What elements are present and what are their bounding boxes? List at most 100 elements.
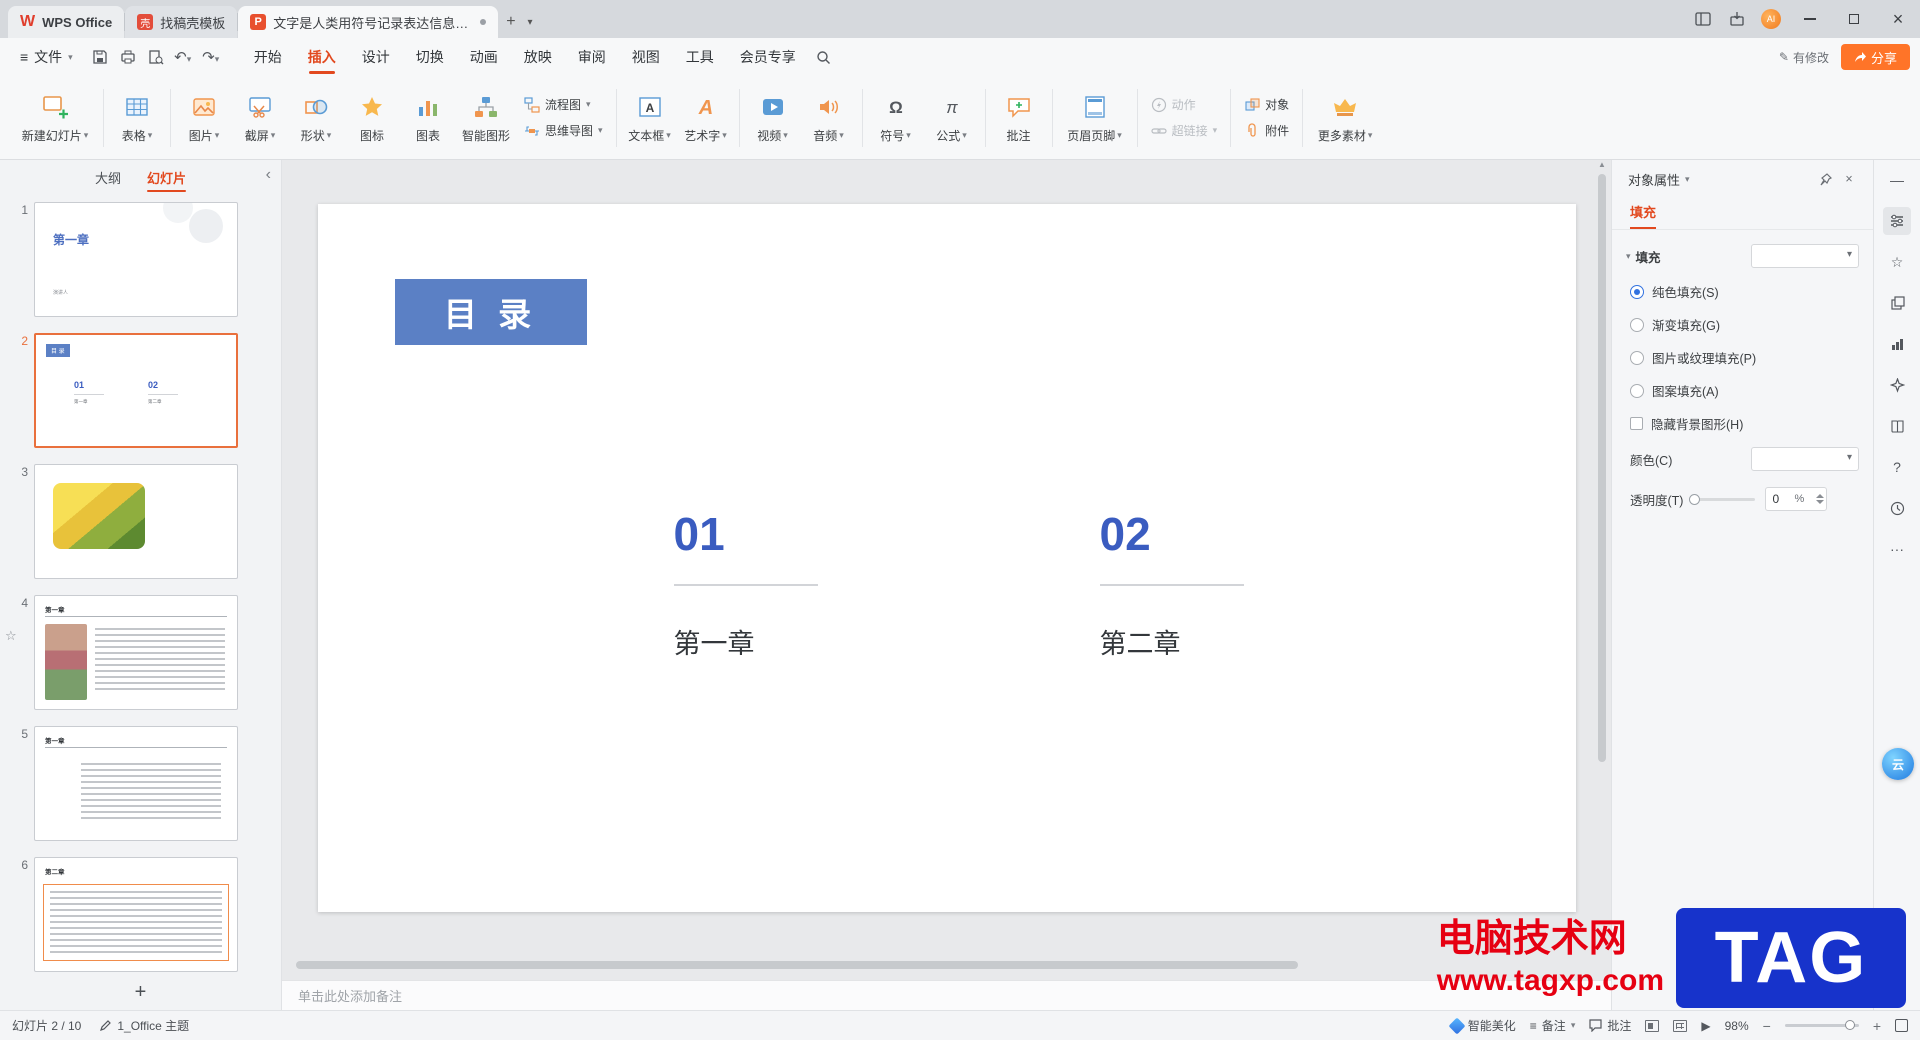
flowchart-button[interactable]: 流程图 ▾ bbox=[524, 96, 603, 113]
dock-window-icon[interactable] bbox=[1720, 0, 1754, 38]
star-strip-icon[interactable]: ☆ bbox=[1883, 248, 1911, 276]
outline-tab[interactable]: 大纲 bbox=[95, 160, 121, 194]
help-strip-icon[interactable]: ? bbox=[1883, 453, 1911, 481]
fill-option-solid[interactable]: 纯色填充(S) bbox=[1630, 282, 1859, 301]
fill-preset-dropdown[interactable] bbox=[1751, 244, 1859, 268]
file-menu-button[interactable]: ≡ 文件 ▾ bbox=[10, 38, 83, 76]
modified-status[interactable]: ✎ 有修改 bbox=[1779, 49, 1829, 66]
effects-strip-icon[interactable] bbox=[1883, 371, 1911, 399]
picture-button[interactable]: 图片 ▾ bbox=[176, 81, 232, 155]
zoom-out-icon[interactable]: − bbox=[1763, 1018, 1771, 1034]
tab-modified-dot[interactable] bbox=[480, 19, 487, 25]
normal-view-icon[interactable] bbox=[1645, 1019, 1660, 1032]
slide-sorter-view-icon[interactable] bbox=[1673, 1019, 1688, 1032]
comment-toggle-button[interactable]: 批注 bbox=[1589, 1017, 1631, 1034]
minimize-button[interactable] bbox=[1788, 0, 1832, 38]
mindmap-button[interactable]: 思维导图 ▾ bbox=[524, 122, 603, 139]
tab-tools[interactable]: 工具 bbox=[673, 38, 727, 76]
transparency-slider[interactable] bbox=[1689, 493, 1756, 505]
notes-area[interactable]: 单击此处添加备注 bbox=[282, 980, 1611, 1010]
slide-thumb-3[interactable]: 3 bbox=[6, 464, 275, 579]
app-tab[interactable]: W WPS Office bbox=[8, 6, 125, 38]
tab-document[interactable]: P 文字是人类用符号记录表达信息以... bbox=[238, 6, 499, 38]
new-tab-button[interactable]: + bbox=[498, 6, 523, 38]
tab-animation[interactable]: 动画 bbox=[457, 38, 511, 76]
chart-strip-icon[interactable] bbox=[1883, 330, 1911, 358]
comment-button[interactable]: 批注 bbox=[991, 81, 1047, 155]
smartart-button[interactable]: 智能图形 bbox=[456, 81, 516, 155]
smart-beautify-button[interactable]: 智能美化 bbox=[1448, 1017, 1516, 1034]
tab-member[interactable]: 会员专享 bbox=[727, 38, 809, 76]
screenshot-button[interactable]: 截屏 ▾ bbox=[232, 81, 288, 155]
book-strip-icon[interactable] bbox=[1883, 412, 1911, 440]
play-slideshow-icon[interactable]: ▶ bbox=[1701, 1019, 1710, 1033]
search-icon[interactable] bbox=[809, 42, 839, 72]
ai-assistant-icon[interactable]: AI bbox=[1754, 0, 1788, 38]
slide-thumb-1[interactable]: 1 第一章 演讲人 bbox=[6, 202, 275, 317]
wordart-button[interactable]: A 艺术字 ▾ bbox=[678, 81, 734, 155]
video-button[interactable]: 视频 ▾ bbox=[745, 81, 801, 155]
new-slide-button[interactable]: 新建幻灯片 ▾ bbox=[12, 81, 98, 155]
more-assets-button[interactable]: 更多素材 ▾ bbox=[1308, 81, 1382, 155]
tab-review[interactable]: 审阅 bbox=[565, 38, 619, 76]
attachment-button[interactable]: 附件 bbox=[1244, 122, 1289, 139]
icon-library-button[interactable]: 图标 bbox=[344, 81, 400, 155]
color-dropdown[interactable] bbox=[1751, 447, 1859, 471]
header-footer-button[interactable]: 页眉页脚 ▾ bbox=[1058, 81, 1132, 155]
vertical-scrollbar[interactable]: ▲ bbox=[1596, 160, 1608, 914]
fill-option-gradient[interactable]: 渐变填充(G) bbox=[1630, 315, 1859, 334]
more-strip-icon[interactable]: ··· bbox=[1883, 535, 1911, 563]
notes-toggle-button[interactable]: ≡ 备注 ▾ bbox=[1530, 1017, 1576, 1034]
tab-transition[interactable]: 切换 bbox=[403, 38, 457, 76]
fit-slide-icon[interactable] bbox=[1895, 1019, 1908, 1032]
tab-home-ribbon[interactable]: 开始 bbox=[241, 38, 295, 76]
toc-item-1[interactable]: 01 第一章 bbox=[673, 509, 914, 661]
object-button[interactable]: 对象 bbox=[1244, 96, 1289, 113]
fill-option-picture[interactable]: 图片或纹理填充(P) bbox=[1630, 348, 1859, 367]
share-button[interactable]: 分享 bbox=[1840, 44, 1910, 70]
layers-strip-icon[interactable] bbox=[1883, 289, 1911, 317]
horizontal-scrollbar[interactable] bbox=[296, 960, 1581, 970]
undo-button[interactable]: ↶ ▾ bbox=[171, 44, 197, 70]
slides-tab[interactable]: 幻灯片 bbox=[147, 160, 187, 194]
zoom-value[interactable]: 98% bbox=[1725, 1019, 1749, 1033]
theme-info[interactable]: 1_Office 主题 bbox=[99, 1017, 189, 1034]
transparency-spinner[interactable]: % bbox=[1765, 487, 1828, 511]
slide-thumb-4[interactable]: 4 第一章 bbox=[6, 595, 275, 710]
tab-home[interactable]: 壳 找稿壳模板 bbox=[125, 6, 238, 38]
tab-list-dropdown[interactable]: ▾ bbox=[524, 6, 537, 38]
history-strip-icon[interactable] bbox=[1883, 494, 1911, 522]
slide-thumb-6[interactable]: 6 第二章 bbox=[6, 857, 275, 972]
toc-item-2[interactable]: 02 第二章 bbox=[1099, 509, 1340, 661]
panel-title[interactable]: 对象属性 ▾ bbox=[1628, 170, 1690, 189]
current-slide[interactable]: 目 录 01 第一章 02 第二章 bbox=[317, 204, 1576, 912]
formula-button[interactable]: π 公式 ▾ bbox=[924, 81, 980, 155]
tab-slideshow[interactable]: 放映 bbox=[511, 38, 565, 76]
save-button[interactable] bbox=[87, 44, 113, 70]
floating-assistant-badge[interactable]: 云 bbox=[1882, 748, 1914, 780]
slide-thumb-5[interactable]: 5 第一章 bbox=[6, 726, 275, 841]
favorite-star-icon[interactable]: ☆ bbox=[5, 628, 17, 644]
slide-thumb-2-selected[interactable]: 2 目 录 01 第一章 02 第二章 bbox=[6, 333, 275, 448]
transparency-input[interactable] bbox=[1772, 492, 1795, 506]
collapse-panel-bar-icon[interactable]: — bbox=[1883, 166, 1911, 194]
fill-tab[interactable]: 填充 bbox=[1630, 202, 1657, 229]
fill-section-header[interactable]: ▾ 填充 bbox=[1626, 247, 1661, 266]
print-button[interactable] bbox=[115, 44, 141, 70]
zoom-slider[interactable] bbox=[1784, 1020, 1859, 1030]
shapes-button[interactable]: 形状 ▾ bbox=[288, 81, 344, 155]
tab-view[interactable]: 视图 bbox=[619, 38, 673, 76]
slide-title-shape[interactable]: 目 录 bbox=[394, 279, 587, 345]
pin-icon[interactable] bbox=[1813, 167, 1837, 191]
collapse-panel-icon[interactable]: ‹ bbox=[266, 166, 271, 184]
table-button[interactable]: 表格 ▾ bbox=[109, 81, 165, 155]
spin-down-icon[interactable] bbox=[1816, 500, 1825, 504]
scroll-up-icon[interactable]: ▲ bbox=[1596, 160, 1608, 169]
spin-up-icon[interactable] bbox=[1816, 494, 1825, 498]
textbox-button[interactable]: A 文本框 ▾ bbox=[622, 81, 678, 155]
fill-option-pattern[interactable]: 图案填充(A) bbox=[1630, 381, 1859, 400]
close-button[interactable]: × bbox=[1876, 0, 1920, 38]
tab-design[interactable]: 设计 bbox=[349, 38, 403, 76]
properties-strip-icon[interactable] bbox=[1883, 207, 1911, 235]
zoom-in-icon[interactable]: + bbox=[1873, 1018, 1881, 1034]
